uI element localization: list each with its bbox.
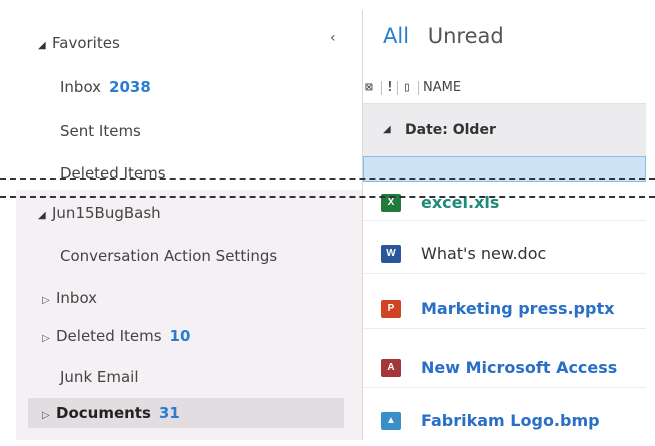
- file-name: New Microsoft Access: [421, 358, 618, 377]
- folder-deleted-items-favorite[interactable]: Deleted Items: [60, 158, 166, 188]
- folder-label: Inbox: [60, 78, 102, 96]
- list-item[interactable]: ▲ Fabrikam Logo.bmp: [363, 402, 646, 440]
- word-icon: W: [381, 245, 401, 263]
- account-label: Jun15BugBash: [52, 204, 161, 222]
- folder-conversation-action-settings[interactable]: Conversation Action Settings: [60, 241, 277, 271]
- collapsed-triangle-icon[interactable]: ▷: [42, 401, 56, 431]
- powerpoint-icon: P: [381, 300, 401, 318]
- folder-label: Deleted Items: [56, 327, 162, 345]
- folder-label: Junk Email: [60, 368, 139, 386]
- folder-inbox[interactable]: ▷ Inbox: [42, 283, 97, 313]
- folder-sent-items[interactable]: Sent Items: [60, 116, 141, 146]
- file-name: Fabrikam Logo.bmp: [421, 411, 600, 430]
- folder-label: Sent Items: [60, 122, 141, 140]
- list-item[interactable]: X excel.xls: [363, 186, 646, 221]
- importance-column-icon[interactable]: !: [386, 73, 394, 103]
- column-divider: [397, 81, 398, 95]
- expanded-triangle-icon: ◢: [38, 210, 46, 221]
- message-list-pane: All Unread ⊠ ! ▯ NAME ◢ Date: Older X ex…: [363, 10, 646, 440]
- list-item[interactable]: P Marketing press.pptx: [363, 290, 646, 329]
- folder-deleted-items[interactable]: ▷ Deleted Items 10: [42, 321, 190, 351]
- torn-edge-top: [0, 178, 655, 180]
- file-name: Marketing press.pptx: [421, 299, 615, 318]
- folder-pane: ◢ Favorites ‹ Inbox 2038 Sent Items Delete…: [16, 10, 363, 440]
- favorites-label: Favorites: [52, 34, 120, 52]
- date-group-header[interactable]: ◢ Date: Older: [363, 104, 646, 156]
- folder-label: Inbox: [56, 289, 98, 307]
- column-divider: [418, 81, 419, 95]
- torn-edge-bottom: [0, 196, 655, 198]
- favorites-header[interactable]: ◢ Favorites: [38, 28, 120, 58]
- folder-label: Conversation Action Settings: [60, 247, 278, 265]
- account-header[interactable]: ◢ Jun15BugBash: [38, 198, 161, 228]
- list-item[interactable]: W What's new.doc: [363, 235, 646, 274]
- folder-junk-email[interactable]: Junk Email: [60, 362, 139, 392]
- file-name: What's new.doc: [421, 244, 547, 263]
- name-column-header[interactable]: NAME: [423, 73, 461, 103]
- collapse-pane-icon[interactable]: ‹: [330, 30, 336, 46]
- image-icon: ▲: [381, 412, 401, 430]
- folder-label: Documents: [56, 404, 151, 422]
- expanded-triangle-icon: ◢: [383, 124, 391, 135]
- collapsed-triangle-icon[interactable]: ▷: [42, 324, 56, 354]
- unread-count: 10: [169, 327, 191, 345]
- reminder-column-icon[interactable]: ⊠: [365, 73, 373, 103]
- column-header-row: ⊠ ! ▯ NAME: [363, 73, 646, 104]
- access-icon: A: [381, 359, 401, 377]
- folder-inbox-favorite[interactable]: Inbox 2038: [60, 72, 151, 102]
- column-divider: [381, 81, 382, 95]
- expanded-triangle-icon: ◢: [38, 40, 46, 51]
- file-name: excel.xls: [421, 193, 500, 212]
- filter-tabs: All Unread: [383, 24, 504, 48]
- attachment-column-icon[interactable]: ▯: [403, 73, 411, 103]
- outlook-window: ◢ Favorites ‹ Inbox 2038 Sent Items Delete…: [16, 10, 646, 440]
- group-label: Date: Older: [405, 122, 496, 138]
- folder-documents[interactable]: ▷ Documents 31: [28, 398, 344, 428]
- tab-unread[interactable]: Unread: [428, 24, 504, 48]
- list-item[interactable]: A New Microsoft Access: [363, 349, 646, 388]
- unread-count: 31: [158, 404, 180, 422]
- tab-all[interactable]: All: [383, 24, 409, 48]
- collapsed-triangle-icon[interactable]: ▷: [42, 286, 56, 316]
- unread-count: 2038: [109, 78, 151, 96]
